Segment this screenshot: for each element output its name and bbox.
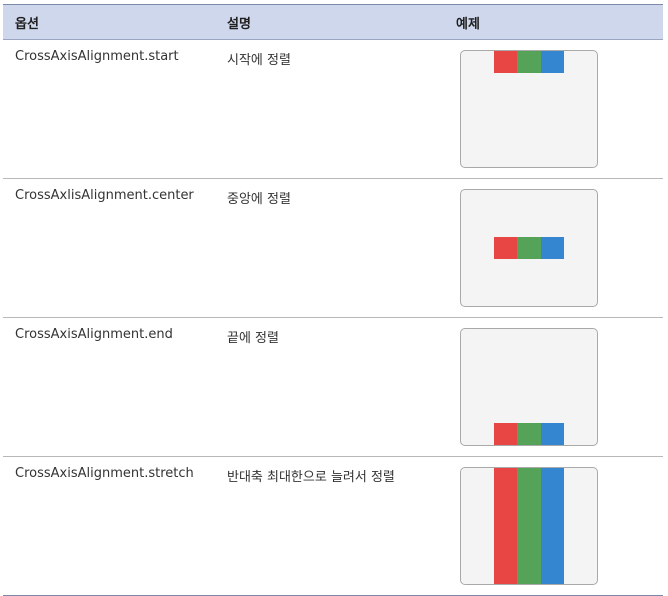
option-name: CrossAxlisAlignment.center xyxy=(15,188,194,203)
aligned-bars xyxy=(494,51,564,73)
red-box xyxy=(494,423,518,445)
blue-box xyxy=(540,237,564,259)
red-box xyxy=(494,468,518,584)
table-row-stretch: CrossAxisAlignment.stretch 반대축 최대한으로 늘려서… xyxy=(3,457,663,596)
header-example: 예제 xyxy=(456,16,480,32)
aligned-bars xyxy=(494,237,564,259)
aligned-bars xyxy=(494,423,564,445)
table-row-center: CrossAxlisAlignment.center 중앙에 정렬 xyxy=(3,179,663,318)
green-box xyxy=(517,51,541,73)
blue-box xyxy=(540,51,564,73)
aligned-bars xyxy=(494,468,564,584)
header-description: 설명 xyxy=(227,16,251,32)
red-box xyxy=(494,51,518,73)
option-description: 끝에 정렬 xyxy=(227,331,279,346)
example-box-start xyxy=(460,50,598,168)
table-row-end: CrossAxisAlignment.end 끝에 정렬 xyxy=(3,318,663,457)
example-box-center xyxy=(460,189,598,307)
example-box-stretch xyxy=(460,467,598,585)
red-box xyxy=(494,237,518,259)
option-name: CrossAxisAlignment.start xyxy=(15,49,179,64)
options-table: 옵션 설명 예제 CrossAxisAlignment.start 시작에 정렬… xyxy=(3,4,663,596)
blue-box xyxy=(540,468,564,584)
option-name: CrossAxisAlignment.stretch xyxy=(15,466,194,481)
green-box xyxy=(517,237,541,259)
example-box-end xyxy=(460,328,598,446)
table-row-start: CrossAxisAlignment.start 시작에 정렬 xyxy=(3,40,663,179)
option-description: 중앙에 정렬 xyxy=(227,192,291,207)
table-header: 옵션 설명 예제 xyxy=(3,4,663,40)
option-name: CrossAxisAlignment.end xyxy=(15,327,173,342)
option-description: 반대축 최대한으로 늘려서 정렬 xyxy=(227,470,395,485)
option-description: 시작에 정렬 xyxy=(227,53,291,68)
blue-box xyxy=(540,423,564,445)
green-box xyxy=(517,468,541,584)
green-box xyxy=(517,423,541,445)
header-option: 옵션 xyxy=(15,16,39,32)
